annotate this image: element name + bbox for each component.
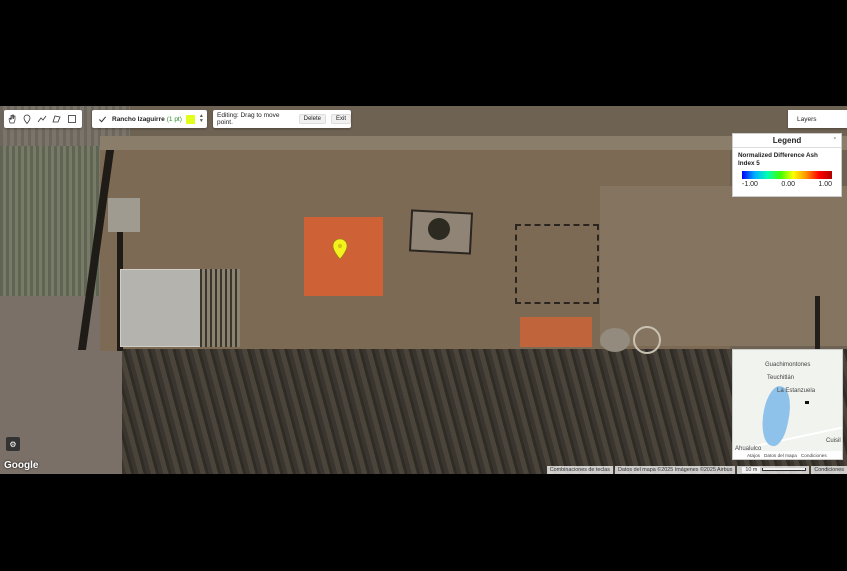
legend-title: Normalized Difference Ash Index 5: [738, 152, 818, 167]
exit-button[interactable]: Exit: [330, 114, 351, 124]
circular-pit: [600, 328, 630, 352]
legend-panel: Legend - Normalized Difference Ash Index…: [732, 133, 842, 197]
editing-bar: Editing: Drag to move point. Delete Exit: [213, 110, 351, 128]
scale-bar: [762, 468, 807, 472]
drawing-toolbar: [4, 110, 82, 128]
chevron-up-down-icon[interactable]: ▲ ▼: [199, 114, 204, 124]
corrugated-roof: [200, 269, 240, 347]
minimap-footer: Atajos Datos del mapa Condiciones: [733, 451, 842, 459]
circular-ring: [633, 326, 661, 354]
fence-enclosure: [515, 224, 599, 304]
rectangle-icon: [67, 115, 76, 123]
rectangle-tool-button[interactable]: [64, 110, 79, 128]
minimap-label: Teuchitlán: [767, 375, 795, 381]
point-tool-button[interactable]: [19, 110, 34, 128]
terms-link[interactable]: Condiciones: [811, 466, 847, 474]
minimap-shortcuts[interactable]: Atajos: [747, 453, 760, 458]
ramp-min-label: -1.00: [742, 181, 758, 188]
color-ramp: [742, 171, 832, 179]
geometry-layer-chip[interactable]: Rancho Izaguirre (1 pt) ▲ ▼: [92, 110, 207, 128]
location-marker-icon: [805, 401, 809, 404]
ranch-plot-east: [600, 186, 847, 346]
editing-message: Editing: Drag to move point.: [217, 112, 280, 126]
layer-name: Rancho Izaguirre: [112, 115, 165, 123]
point-marker-icon[interactable]: [333, 239, 347, 259]
minimap-terms[interactable]: Condiciones: [801, 453, 827, 458]
minimap-label: Guachimontones: [765, 362, 811, 368]
map-data-text: Datos del mapa ©2025 Imágenes ©2025 Airb…: [615, 466, 736, 474]
tree: [428, 218, 450, 240]
fence-post: [815, 296, 820, 351]
scale-control[interactable]: 10 m: [737, 466, 810, 474]
hand-tool-button[interactable]: [4, 110, 19, 128]
polygon-icon: [51, 115, 61, 123]
color-ramp-labels: -1.00 0.00 1.00: [742, 181, 832, 188]
checkmark-icon[interactable]: [92, 115, 112, 124]
minimap-label: La Estanzuela: [777, 388, 816, 394]
polyline-icon: [37, 115, 46, 123]
ramp-max-label: 1.00: [818, 181, 832, 188]
keyboard-shortcuts-link[interactable]: Combinaciones de teclas: [546, 466, 613, 474]
layer-point-count: (1 pt): [166, 115, 182, 123]
map-attribution: Combinaciones de teclas Datos del mapa ©…: [545, 466, 847, 474]
gear-icon[interactable]: ⚙: [6, 437, 20, 451]
line-tool-button[interactable]: [34, 110, 49, 128]
google-logo: Google: [4, 460, 39, 471]
hand-icon: [8, 114, 15, 124]
map-viewport[interactable]: Rancho Izaguirre (1 pt) ▲ ▼ Editing: Drag…: [0, 106, 847, 474]
polygon-tool-button[interactable]: [49, 110, 64, 128]
minimap-map-data[interactable]: Datos del mapa: [764, 453, 797, 458]
layer-color-swatch[interactable]: [185, 114, 195, 124]
scale-label: 10 m: [742, 467, 761, 473]
delete-button[interactable]: Delete: [298, 114, 326, 124]
overview-minimap[interactable]: Guachimontones Teuchitlán La Estanzuela …: [732, 349, 843, 460]
crop-field-top-left: [0, 146, 100, 296]
index-overlay-patch: [520, 317, 592, 347]
legend-header: Legend -: [733, 134, 841, 148]
building-roof: [120, 269, 212, 347]
layers-button[interactable]: Layers: [788, 110, 847, 128]
shed-roof: [108, 198, 140, 232]
ramp-mid-label: 0.00: [781, 181, 795, 188]
legend-header-label: Legend: [772, 136, 802, 145]
point-marker-icon: [23, 114, 30, 124]
minimap-label: Cuisil: [826, 438, 841, 444]
collapse-icon[interactable]: -: [834, 135, 836, 142]
